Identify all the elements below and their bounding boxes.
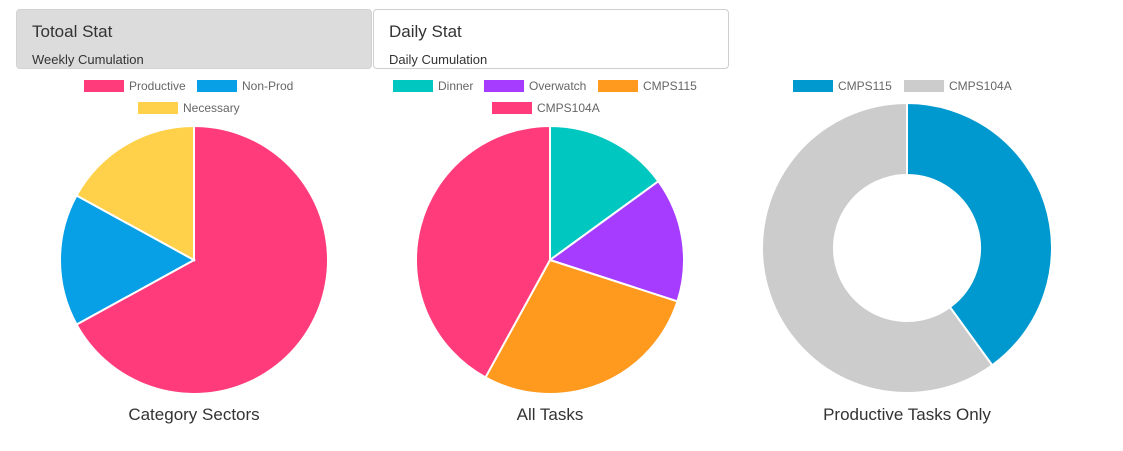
- pie-charts-canvas: [59, 101, 1053, 395]
